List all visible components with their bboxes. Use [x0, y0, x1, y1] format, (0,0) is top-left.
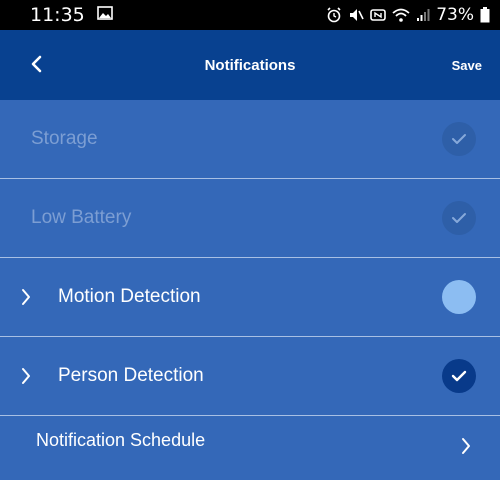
- expand-chevron-icon[interactable]: [20, 366, 32, 391]
- alarm-icon: [326, 7, 342, 23]
- page-title: Notifications: [204, 56, 296, 74]
- signal-icon: [416, 8, 430, 22]
- storage-checkbox[interactable]: [442, 122, 476, 156]
- list-item-motion-detection[interactable]: Motion Detection: [0, 258, 500, 337]
- list-item-person-detection[interactable]: Person Detection: [0, 337, 500, 416]
- expand-chevron-icon[interactable]: [20, 287, 32, 312]
- check-icon: [452, 213, 466, 223]
- check-icon: [452, 134, 466, 144]
- back-button[interactable]: [18, 46, 54, 82]
- battery-percentage: 73%: [436, 5, 474, 25]
- battery-icon: [480, 7, 490, 23]
- list-item-storage[interactable]: Storage: [0, 100, 500, 179]
- mute-icon: [348, 7, 364, 23]
- app-bar: Notifications Save: [0, 30, 500, 100]
- chevron-right-icon: [460, 436, 472, 461]
- row-label: Storage: [31, 128, 98, 149]
- status-bar: 11:35 73%: [0, 0, 500, 30]
- notification-schedule-row[interactable]: Notification Schedule: [0, 416, 500, 480]
- row-label: Low Battery: [31, 207, 132, 228]
- check-icon: [451, 370, 467, 382]
- status-time: 11:35: [30, 4, 85, 26]
- row-label: Motion Detection: [58, 286, 201, 307]
- low-battery-checkbox[interactable]: [442, 201, 476, 235]
- motion-detection-checkbox[interactable]: [442, 280, 476, 314]
- nfc-icon: [370, 7, 387, 23]
- notification-list: Storage Low Battery Motion Detection Per…: [0, 100, 500, 416]
- notification-schedule-label: Notification Schedule: [36, 430, 206, 450]
- wifi-icon: [392, 8, 410, 22]
- gallery-icon: [96, 5, 113, 25]
- chevron-left-icon: [31, 55, 42, 73]
- row-label: Person Detection: [58, 365, 204, 386]
- list-item-low-battery[interactable]: Low Battery: [0, 179, 500, 258]
- person-detection-checkbox[interactable]: [442, 359, 476, 393]
- save-button[interactable]: Save: [452, 30, 482, 100]
